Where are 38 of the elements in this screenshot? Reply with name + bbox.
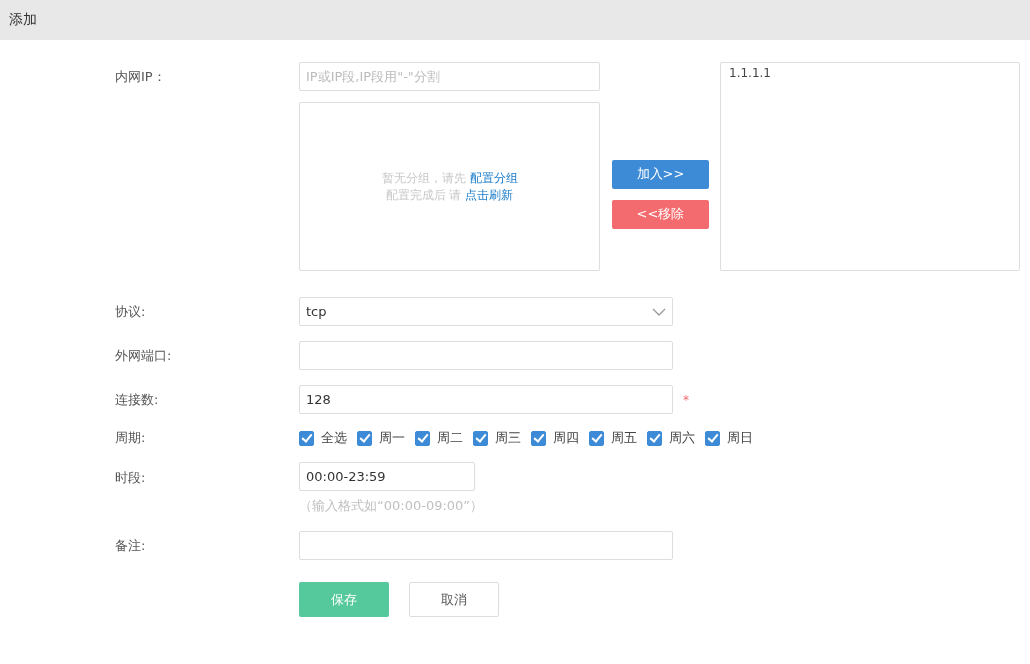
note-input[interactable]	[299, 531, 673, 560]
required-mark: *	[683, 392, 689, 407]
checkbox-label: 周二	[437, 429, 463, 447]
checkbox-label: 周日	[727, 429, 753, 447]
protocol-select[interactable]: tcp	[299, 297, 673, 326]
field-label: 协议:	[115, 302, 147, 321]
checkbox[interactable]	[531, 430, 546, 446]
field-label: 备注:	[115, 536, 147, 555]
format-hint: （输入格式如“00:00-09:00”）	[299, 497, 484, 515]
checkbox-label: 全选	[321, 429, 347, 447]
message-link[interactable]: 配置分组	[469, 170, 518, 185]
chevron-down-icon	[652, 307, 666, 316]
port-input[interactable]	[299, 341, 673, 370]
field-label: 周期:	[115, 429, 147, 447]
field-label: 内网IP：	[115, 68, 167, 86]
checkbox-label: 周四	[553, 429, 579, 447]
checkbox[interactable]	[415, 430, 430, 446]
cancel-button[interactable]: 取消	[409, 582, 499, 617]
field-label: 连接数:	[115, 390, 160, 409]
ip-input-field[interactable]: IP或IP段,IP段用"-"分割	[299, 62, 600, 91]
field-label: 外网端口:	[115, 346, 173, 365]
message-link[interactable]: 点击刷新	[465, 187, 514, 202]
connections-input[interactable]: 128	[299, 385, 673, 414]
list-item[interactable]: 1.1.1.1	[729, 66, 1011, 80]
checkbox-label: 周三	[495, 429, 521, 447]
checkbox[interactable]	[705, 430, 720, 446]
checkbox[interactable]	[589, 430, 604, 446]
checkbox-label: 周一	[379, 429, 405, 447]
page-title: 添加	[9, 11, 37, 29]
checkbox[interactable]	[357, 430, 372, 446]
checkbox-label: 周六	[669, 429, 695, 447]
checkbox[interactable]	[299, 430, 314, 446]
checkbox[interactable]	[647, 430, 662, 446]
field-label: 时段:	[115, 469, 147, 487]
checkbox-label: 周五	[611, 429, 637, 447]
time-input[interactable]: 00:00-23:59	[299, 462, 475, 491]
add-button[interactable]: 加入>>	[612, 159, 709, 189]
checkbox[interactable]	[473, 430, 488, 446]
